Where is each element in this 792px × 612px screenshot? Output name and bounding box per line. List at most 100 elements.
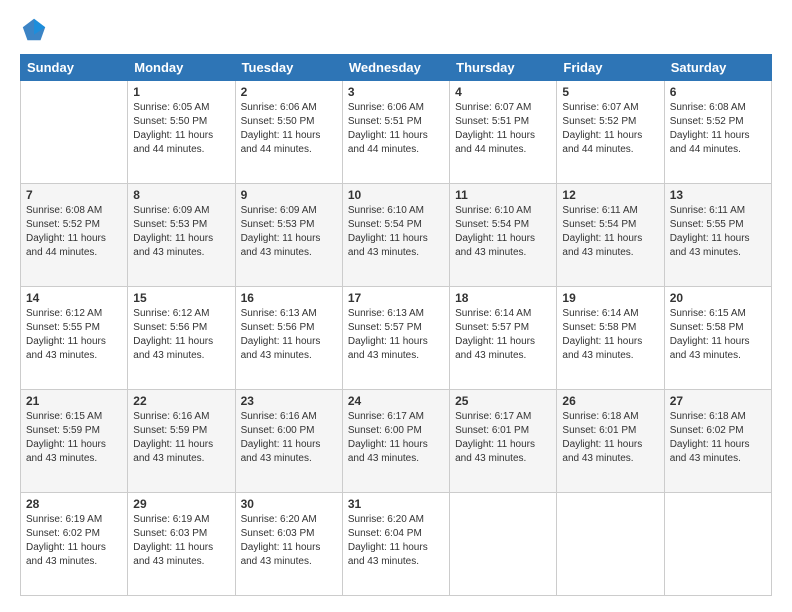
calendar-cell: 5 Sunrise: 6:07 AMSunset: 5:52 PMDaylight… (557, 81, 664, 184)
day-header-monday: Monday (128, 55, 235, 81)
day-info: Sunrise: 6:15 AMSunset: 5:58 PMDaylight:… (670, 307, 766, 363)
day-number: 26 (562, 394, 658, 408)
day-number: 16 (241, 291, 337, 305)
calendar-cell: 26 Sunrise: 6:18 AMSunset: 6:01 PMDayligh… (557, 390, 664, 493)
day-info: Sunrise: 6:10 AMSunset: 5:54 PMDaylight:… (455, 204, 551, 260)
day-info: Sunrise: 6:12 AMSunset: 5:55 PMDaylight:… (26, 307, 122, 363)
day-info: Sunrise: 6:11 AMSunset: 5:55 PMDaylight:… (670, 204, 766, 260)
day-number: 24 (348, 394, 444, 408)
day-number: 25 (455, 394, 551, 408)
day-number: 23 (241, 394, 337, 408)
day-info: Sunrise: 6:17 AMSunset: 6:01 PMDaylight:… (455, 410, 551, 466)
calendar-cell: 10 Sunrise: 6:10 AMSunset: 5:54 PMDayligh… (342, 184, 449, 287)
day-number: 29 (133, 497, 229, 511)
day-info: Sunrise: 6:13 AMSunset: 5:57 PMDaylight:… (348, 307, 444, 363)
day-info: Sunrise: 6:20 AMSunset: 6:03 PMDaylight:… (241, 513, 337, 569)
calendar-cell (664, 493, 771, 596)
calendar-week-4: 21Sunrise: 6:15 AMSunset: 5:59 PMDayligh… (21, 390, 772, 493)
calendar-cell: 12 Sunrise: 6:11 AMSunset: 5:54 PMDayligh… (557, 184, 664, 287)
calendar-cell: 14 Sunrise: 6:12 AMSunset: 5:55 PMDayligh… (21, 287, 128, 390)
day-number: 14 (26, 291, 122, 305)
calendar-cell: 22 Sunrise: 6:16 AMSunset: 5:59 PMDayligh… (128, 390, 235, 493)
logo (20, 16, 52, 44)
day-number: 12 (562, 188, 658, 202)
day-number: 6 (670, 85, 766, 99)
day-number: 4 (455, 85, 551, 99)
day-info: Sunrise: 6:17 AMSunset: 6:00 PMDaylight:… (348, 410, 444, 466)
day-number: 28 (26, 497, 122, 511)
calendar-cell: 7 Sunrise: 6:08 AMSunset: 5:52 PMDaylight… (21, 184, 128, 287)
day-number: 18 (455, 291, 551, 305)
day-info: Sunrise: 6:13 AMSunset: 5:56 PMDaylight:… (241, 307, 337, 363)
calendar-cell (450, 493, 557, 596)
day-info: Sunrise: 6:15 AMSunset: 5:59 PMDaylight:… (26, 410, 122, 466)
calendar-cell: 2Sunrise: 6:06 AMSunset: 5:50 PMDaylight… (235, 81, 342, 184)
calendar-cell (557, 493, 664, 596)
day-info: Sunrise: 6:20 AMSunset: 6:04 PMDaylight:… (348, 513, 444, 569)
calendar-cell: 28 Sunrise: 6:19 AMSunset: 6:02 PMDayligh… (21, 493, 128, 596)
day-info: Sunrise: 6:07 AMSunset: 5:51 PMDaylight:… (455, 101, 551, 157)
day-number: 11 (455, 188, 551, 202)
header (20, 16, 772, 44)
day-info: Sunrise: 6:05 AMSunset: 5:50 PMDaylight:… (133, 101, 229, 157)
calendar-cell: 1Sunrise: 6:05 AMSunset: 5:50 PMDaylight… (128, 81, 235, 184)
day-info: Sunrise: 6:14 AMSunset: 5:57 PMDaylight:… (455, 307, 551, 363)
calendar-week-5: 28 Sunrise: 6:19 AMSunset: 6:02 PMDayligh… (21, 493, 772, 596)
calendar-cell: 3 Sunrise: 6:06 AMSunset: 5:51 PMDaylight… (342, 81, 449, 184)
day-number: 5 (562, 85, 658, 99)
day-info: Sunrise: 6:07 AMSunset: 5:52 PMDaylight:… (562, 101, 658, 157)
day-number: 15 (133, 291, 229, 305)
day-info: Sunrise: 6:10 AMSunset: 5:54 PMDaylight:… (348, 204, 444, 260)
day-info: Sunrise: 6:18 AMSunset: 6:02 PMDaylight:… (670, 410, 766, 466)
day-number: 9 (241, 188, 337, 202)
calendar-header-row: SundayMondayTuesdayWednesdayThursdayFrid… (21, 55, 772, 81)
day-header-wednesday: Wednesday (342, 55, 449, 81)
page: SundayMondayTuesdayWednesdayThursdayFrid… (0, 0, 792, 612)
day-header-thursday: Thursday (450, 55, 557, 81)
day-number: 20 (670, 291, 766, 305)
day-number: 17 (348, 291, 444, 305)
day-info: Sunrise: 6:19 AMSunset: 6:02 PMDaylight:… (26, 513, 122, 569)
day-info: Sunrise: 6:08 AMSunset: 5:52 PMDaylight:… (26, 204, 122, 260)
day-number: 31 (348, 497, 444, 511)
logo-icon (20, 16, 48, 44)
calendar-cell: 29Sunrise: 6:19 AMSunset: 6:03 PMDayligh… (128, 493, 235, 596)
day-number: 10 (348, 188, 444, 202)
day-info: Sunrise: 6:08 AMSunset: 5:52 PMDaylight:… (670, 101, 766, 157)
day-info: Sunrise: 6:16 AMSunset: 5:59 PMDaylight:… (133, 410, 229, 466)
day-header-friday: Friday (557, 55, 664, 81)
day-number: 2 (241, 85, 337, 99)
calendar-cell: 27 Sunrise: 6:18 AMSunset: 6:02 PMDayligh… (664, 390, 771, 493)
day-number: 7 (26, 188, 122, 202)
calendar-cell: 17 Sunrise: 6:13 AMSunset: 5:57 PMDayligh… (342, 287, 449, 390)
day-header-tuesday: Tuesday (235, 55, 342, 81)
day-info: Sunrise: 6:09 AMSunset: 5:53 PMDaylight:… (241, 204, 337, 260)
day-number: 3 (348, 85, 444, 99)
day-number: 30 (241, 497, 337, 511)
day-info: Sunrise: 6:11 AMSunset: 5:54 PMDaylight:… (562, 204, 658, 260)
calendar-table: SundayMondayTuesdayWednesdayThursdayFrid… (20, 54, 772, 596)
calendar-cell: 8 Sunrise: 6:09 AMSunset: 5:53 PMDaylight… (128, 184, 235, 287)
day-info: Sunrise: 6:16 AMSunset: 6:00 PMDaylight:… (241, 410, 337, 466)
calendar-cell: 11 Sunrise: 6:10 AMSunset: 5:54 PMDayligh… (450, 184, 557, 287)
day-header-saturday: Saturday (664, 55, 771, 81)
calendar-cell: 30 Sunrise: 6:20 AMSunset: 6:03 PMDayligh… (235, 493, 342, 596)
day-number: 22 (133, 394, 229, 408)
day-number: 8 (133, 188, 229, 202)
calendar-cell: 6 Sunrise: 6:08 AMSunset: 5:52 PMDaylight… (664, 81, 771, 184)
calendar-cell: 9 Sunrise: 6:09 AMSunset: 5:53 PMDaylight… (235, 184, 342, 287)
calendar-cell: 23 Sunrise: 6:16 AMSunset: 6:00 PMDayligh… (235, 390, 342, 493)
day-number: 19 (562, 291, 658, 305)
day-info: Sunrise: 6:18 AMSunset: 6:01 PMDaylight:… (562, 410, 658, 466)
calendar-cell: 18 Sunrise: 6:14 AMSunset: 5:57 PMDayligh… (450, 287, 557, 390)
day-number: 27 (670, 394, 766, 408)
day-info: Sunrise: 6:09 AMSunset: 5:53 PMDaylight:… (133, 204, 229, 260)
day-info: Sunrise: 6:06 AMSunset: 5:51 PMDaylight:… (348, 101, 444, 157)
calendar-cell: 20 Sunrise: 6:15 AMSunset: 5:58 PMDayligh… (664, 287, 771, 390)
calendar-cell: 31 Sunrise: 6:20 AMSunset: 6:04 PMDayligh… (342, 493, 449, 596)
calendar-cell: 16 Sunrise: 6:13 AMSunset: 5:56 PMDayligh… (235, 287, 342, 390)
calendar-cell: 15Sunrise: 6:12 AMSunset: 5:56 PMDayligh… (128, 287, 235, 390)
calendar-cell: 25 Sunrise: 6:17 AMSunset: 6:01 PMDayligh… (450, 390, 557, 493)
calendar-week-2: 7 Sunrise: 6:08 AMSunset: 5:52 PMDaylight… (21, 184, 772, 287)
calendar-cell: 21Sunrise: 6:15 AMSunset: 5:59 PMDayligh… (21, 390, 128, 493)
